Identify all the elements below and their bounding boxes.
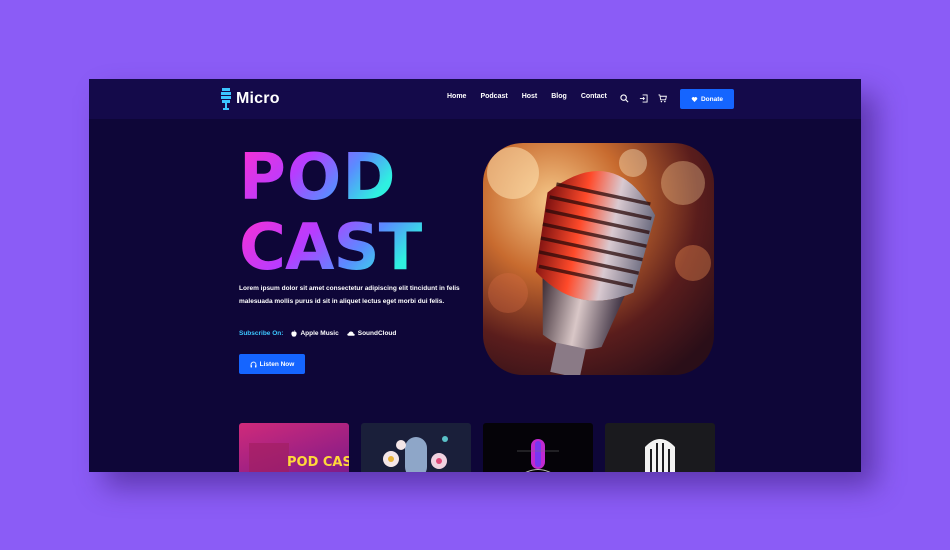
apple-icon	[291, 330, 298, 337]
hero-description: Lorem ipsum dolor sit amet consectetur a…	[239, 285, 460, 305]
podcast-card[interactable]	[361, 423, 471, 472]
apple-music-label: Apple Music	[300, 330, 339, 337]
listen-now-label: Listen Now	[259, 360, 295, 368]
hero-title: POD CAST	[239, 143, 424, 273]
microphone-image	[483, 143, 714, 375]
logo[interactable]: Micro	[220, 88, 280, 110]
headphones-icon	[250, 361, 257, 367]
nav-item-blog[interactable]: Blog	[551, 93, 567, 100]
nav-item-home[interactable]: Home	[447, 93, 466, 100]
soundcloud-icon	[347, 331, 355, 336]
subscribe-row: Subscribe On: Apple Music SoundCloud	[239, 330, 396, 337]
cart-icon[interactable]	[658, 94, 667, 103]
donate-hand-icon	[691, 96, 698, 102]
donate-button[interactable]: Donate	[680, 89, 734, 109]
podcast-card[interactable]: POD CAST	[239, 423, 349, 472]
apple-music-link[interactable]: Apple Music	[291, 330, 339, 337]
main-menu: Home Podcast Host Blog Contact	[447, 93, 607, 100]
listen-now-button[interactable]: Listen Now	[239, 354, 305, 374]
hero-title-line2: CAST	[239, 211, 423, 273]
subscribe-label: Subscribe On:	[239, 330, 284, 337]
card-label: POD CAST	[287, 455, 349, 470]
nav-item-podcast[interactable]: Podcast	[480, 93, 507, 100]
card-artwork	[517, 439, 559, 472]
brand-name: Micro	[236, 90, 280, 107]
soundcloud-link[interactable]: SoundCloud	[347, 330, 397, 337]
card-artwork: POD CAST	[249, 443, 349, 472]
soundcloud-label: SoundCloud	[357, 330, 397, 337]
login-icon[interactable]	[639, 94, 648, 103]
nav-item-host[interactable]: Host	[522, 93, 538, 100]
card-artwork	[645, 439, 675, 472]
website-frame: Micro Home Podcast Host Blog Contact Don…	[89, 79, 861, 472]
nav-item-contact[interactable]: Contact	[581, 93, 607, 100]
microphone-logo-icon	[221, 88, 231, 110]
nav-icons	[620, 94, 667, 103]
search-icon[interactable]	[620, 94, 629, 103]
donate-label: Donate	[700, 95, 724, 103]
podcast-cards: POD CAST	[239, 423, 715, 472]
hero-title-line1: POD	[239, 143, 396, 215]
podcast-card[interactable]	[605, 423, 715, 472]
card-artwork	[383, 436, 448, 472]
navbar: Micro Home Podcast Host Blog Contact Don…	[89, 79, 861, 119]
podcast-card[interactable]	[483, 423, 593, 472]
